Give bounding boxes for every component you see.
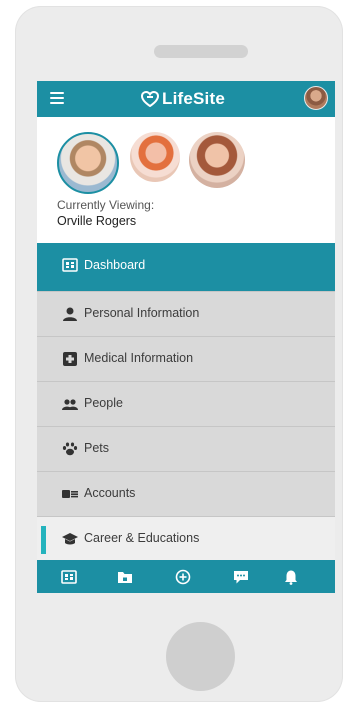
top-bar: LifeSite: [37, 81, 335, 117]
menu-item-dashboard[interactable]: Dashboard: [37, 243, 335, 291]
people-icon: [62, 399, 78, 410]
dashboard-icon[interactable]: [61, 569, 77, 585]
menu-item-personal-information[interactable]: Personal Information: [37, 291, 335, 336]
person-icon: [63, 307, 77, 321]
folder-lock-icon[interactable]: [117, 569, 133, 585]
currently-viewing-name: Orville Rogers: [57, 214, 137, 228]
menu-item-label: Career & Educations: [84, 531, 200, 545]
currently-viewing-label: Currently Viewing:: [57, 198, 155, 212]
chat-icon[interactable]: [233, 569, 249, 585]
profile-avatar[interactable]: [189, 132, 245, 188]
bell-icon[interactable]: [283, 569, 299, 585]
menu-icon[interactable]: [50, 92, 64, 106]
medical-cross-icon: [63, 352, 77, 366]
menu-item-label: Pets: [84, 441, 110, 455]
active-indicator: [41, 526, 46, 554]
phone-speaker: [154, 45, 248, 58]
profile-avatar-selected[interactable]: [57, 132, 119, 194]
home-button[interactable]: [166, 622, 235, 691]
paw-icon: [62, 442, 78, 456]
menu-item-label: Accounts: [84, 486, 136, 500]
profile-avatar[interactable]: [130, 132, 180, 182]
dashboard-icon: [62, 258, 78, 272]
bottom-nav: [37, 560, 335, 593]
app-screen: LifeSite Currently Viewing: Orville Roge…: [37, 81, 335, 593]
heart-logo-icon: [141, 91, 159, 107]
brand-logo: LifeSite: [141, 89, 225, 109]
menu-item-pets[interactable]: Pets: [37, 426, 335, 471]
menu-item-label: Dashboard: [84, 258, 146, 272]
add-circle-icon[interactable]: [175, 569, 191, 585]
brand-name: LifeSite: [162, 89, 226, 108]
menu-item-career-educations[interactable]: Career & Educations: [37, 516, 335, 561]
menu-item-accounts[interactable]: Accounts: [37, 471, 335, 516]
menu-item-label: Personal Information: [84, 306, 200, 320]
user-avatar[interactable]: [304, 86, 328, 110]
menu-item-medical-information[interactable]: Medical Information: [37, 336, 335, 381]
accounts-icon: [62, 490, 78, 498]
side-menu: Dashboard Personal Information Medical I…: [37, 243, 335, 561]
menu-item-label: Medical Information: [84, 351, 194, 365]
menu-item-people[interactable]: People: [37, 381, 335, 426]
menu-item-label: People: [84, 396, 123, 410]
graduation-cap-icon: [62, 533, 78, 545]
